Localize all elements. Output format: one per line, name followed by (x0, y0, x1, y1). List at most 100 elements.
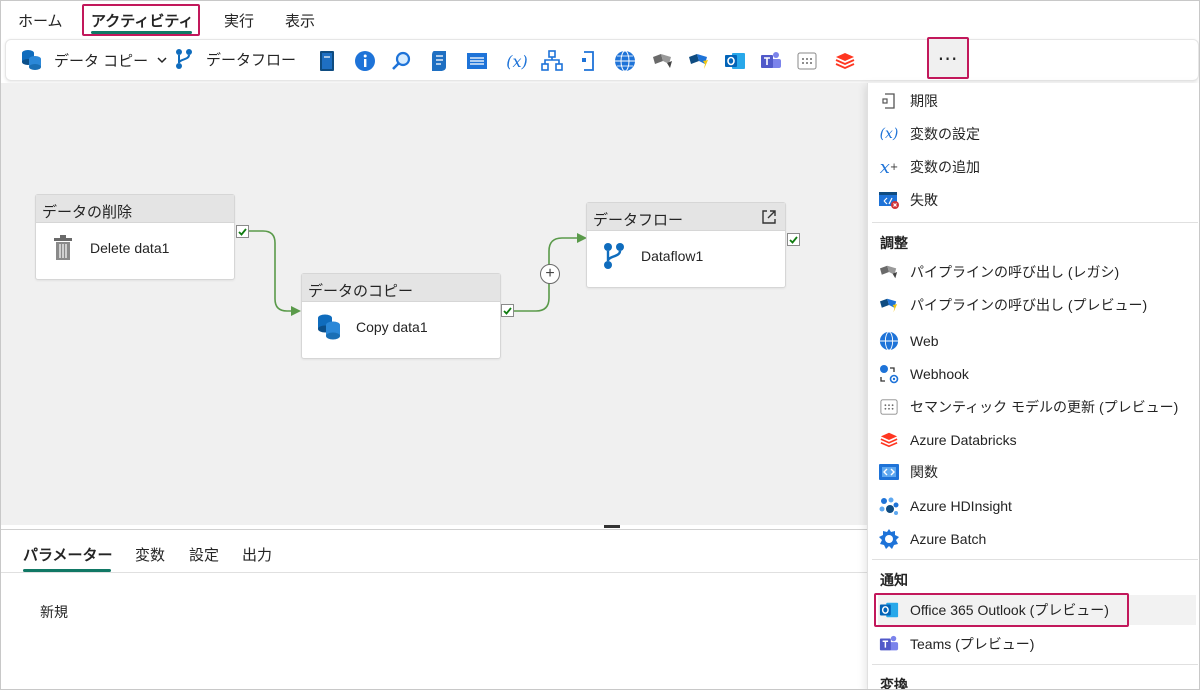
check-icon (789, 236, 798, 244)
menu-item-invoke-pipeline[interactable]: パイプラインの呼び出し (プレビュー) (878, 290, 1196, 320)
node-label: Dataflow1 (641, 248, 704, 264)
menu-item-web[interactable]: Web (878, 326, 1196, 356)
info-icon[interactable] (352, 48, 378, 74)
menu-item-label: パイプラインの呼び出し (プレビュー) (910, 297, 1148, 313)
tab-output[interactable]: 出力 (242, 544, 272, 565)
menu-item-label: 変数の設定 (910, 126, 980, 142)
menu-item-outlook[interactable]: Office 365 Outlook (プレビュー) (878, 595, 1196, 625)
tab-parameters[interactable]: パラメーター (23, 544, 113, 565)
menu-item-label: Teams (プレビュー) (910, 636, 1035, 652)
web-icon[interactable] (612, 48, 638, 74)
ribbon-tabs: ホーム アクティビティ 実行 表示 (1, 1, 1199, 39)
menu-item-append-variable[interactable]: x + 変数の追加 (878, 152, 1196, 182)
trash-icon (50, 235, 76, 261)
dataflow-label: データフロー (206, 51, 297, 69)
menu-item-fail[interactable]: 失敗 (878, 185, 1196, 215)
node-label: Copy data1 (356, 319, 428, 335)
node-header: データのコピー (302, 274, 500, 302)
semantic-model-icon[interactable] (794, 48, 820, 74)
activity-node-delete[interactable]: データの削除 Delete data1 (35, 194, 235, 280)
menu-section-orchestrate: 調整 (880, 235, 908, 251)
until-icon[interactable] (575, 48, 601, 74)
teams-icon[interactable] (758, 48, 784, 74)
tab-variables[interactable]: 変数 (135, 544, 165, 565)
set-variable-icon: (x) (879, 126, 899, 142)
node-label: Delete data1 (90, 240, 170, 256)
list-icon[interactable] (464, 48, 490, 74)
node-header-label: データフロー (593, 212, 684, 229)
tab-settings[interactable]: 設定 (189, 544, 219, 565)
tab-view[interactable]: 表示 (285, 10, 315, 31)
script-icon[interactable] (426, 48, 452, 74)
switch-icon[interactable] (539, 48, 565, 74)
tab-home[interactable]: ホーム (18, 10, 63, 31)
success-output-checkbox[interactable] (787, 233, 800, 246)
menu-item-label: Azure Databricks (910, 432, 1017, 448)
node-header: データフロー (587, 203, 785, 231)
dataflow-button[interactable]: データフロー (174, 48, 296, 70)
menu-item-databricks[interactable]: Azure Databricks (878, 425, 1196, 455)
properties-panel: パラメーター 変数 設定 出力 新規 (1, 529, 867, 689)
menu-divider (872, 222, 1198, 223)
panel-resize-handle[interactable] (604, 525, 620, 528)
copy-data-icon (316, 314, 342, 340)
menu-item-label: セマンティック モデルの更新 (プレビュー) (910, 399, 1179, 415)
menu-divider (872, 664, 1198, 665)
activity-toolbar: データ コピー データフロー (x) (5, 39, 1199, 81)
menu-item-webhook[interactable]: Webhook (878, 359, 1196, 389)
invoke-pipeline-icon[interactable] (686, 48, 712, 74)
teams-icon (878, 633, 900, 655)
menu-item-label: Web (910, 333, 939, 349)
add-activity-plus-icon[interactable]: + (540, 264, 560, 284)
app-window: ホーム アクティビティ 実行 表示 データ コピー データフロー (x) ⋯ デ… (0, 0, 1200, 690)
invoke-pipeline-legacy-icon[interactable] (650, 48, 676, 74)
webhook-icon (878, 363, 900, 385)
open-external-icon[interactable] (761, 209, 777, 225)
copy-data-icon (22, 50, 41, 70)
copy-data-label: データ コピー (54, 52, 149, 70)
pipeline-canvas[interactable]: データの削除 Delete data1 データのコピー Copy data1 +… (1, 83, 867, 525)
new-parameter-link[interactable]: 新規 (40, 602, 68, 622)
dataflow-icon (601, 243, 627, 269)
tab-activity[interactable]: アクティビティ (91, 10, 193, 31)
notebook-icon[interactable] (314, 48, 340, 74)
menu-item-label: 失敗 (910, 192, 938, 208)
menu-item-label: パイプラインの呼び出し (レガシ) (910, 264, 1120, 280)
activity-node-copy[interactable]: データのコピー Copy data1 (301, 273, 501, 359)
success-output-checkbox[interactable] (236, 225, 249, 238)
outlook-icon (878, 599, 900, 621)
menu-item-label: 関数 (910, 464, 938, 480)
databricks-icon[interactable] (832, 48, 858, 74)
chevron-down-icon (157, 57, 167, 64)
menu-item-teams[interactable]: Teams (プレビュー) (878, 629, 1196, 659)
menu-item-set-variable[interactable]: (x) 変数の設定 (878, 119, 1196, 149)
node-header: データの削除 (36, 195, 234, 223)
menu-item-hdinsight[interactable]: Azure HDInsight (878, 491, 1196, 521)
menu-item-label: Webhook (910, 366, 969, 382)
menu-divider (872, 559, 1198, 560)
semantic-model-icon (878, 396, 900, 418)
web-icon (878, 330, 900, 352)
menu-item-timeout[interactable]: 期限 (878, 86, 1196, 116)
tab-run[interactable]: 実行 (224, 10, 254, 31)
lookup-icon[interactable] (388, 48, 414, 74)
menu-item-invoke-pipeline-legacy[interactable]: パイプラインの呼び出し (レガシ) (878, 257, 1196, 287)
databricks-icon (878, 429, 900, 451)
menu-item-label: 変数の追加 (910, 159, 980, 175)
more-button[interactable]: ⋯ (927, 37, 969, 79)
menu-item-label: Azure HDInsight (910, 498, 1012, 514)
success-output-checkbox[interactable] (501, 304, 514, 317)
menu-item-function[interactable]: 関数 (878, 457, 1196, 487)
outlook-icon[interactable] (722, 48, 748, 74)
menu-item-semantic-model[interactable]: セマンティック モデルの更新 (プレビュー) (878, 392, 1196, 422)
divider (1, 572, 867, 573)
fail-icon (878, 189, 900, 211)
timeout-icon (878, 90, 900, 112)
variable-icon[interactable]: (x) (500, 48, 534, 74)
activity-node-dataflow[interactable]: データフロー Dataflow1 (586, 202, 786, 288)
menu-item-batch[interactable]: Azure Batch (878, 524, 1196, 554)
check-icon (503, 307, 512, 315)
invoke-pipeline-icon (878, 294, 900, 316)
connector-delete-copy (248, 230, 299, 312)
copy-data-dropdown[interactable]: データ コピー (20, 48, 168, 72)
